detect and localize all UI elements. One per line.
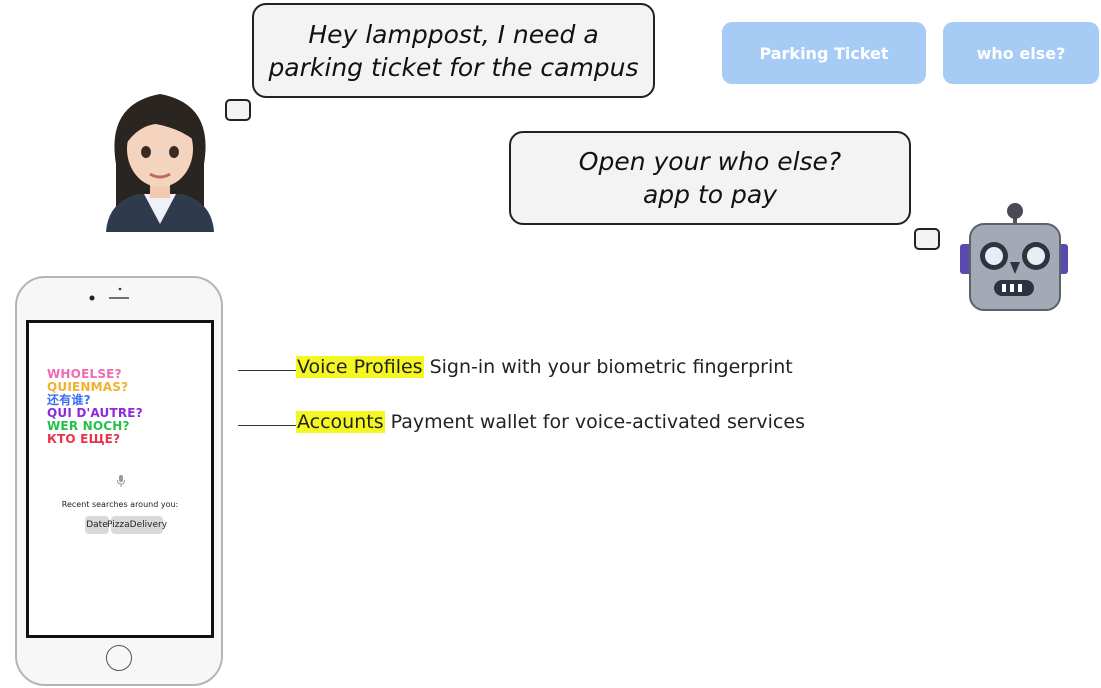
voice-profiles-label: Voice Profiles xyxy=(296,356,424,378)
microphone-icon[interactable] xyxy=(116,474,126,488)
accounts-label: Accounts xyxy=(296,411,385,433)
chip-date[interactable]: Date xyxy=(85,516,109,534)
user-speech-text: Hey lamppost, I need a parking ticket fo… xyxy=(268,19,639,82)
chip-pizza-delivery[interactable]: PizzaDelivery xyxy=(107,516,167,534)
robot-speech-text: Open your who else? app to pay xyxy=(578,147,842,209)
user-bubble-tail xyxy=(225,99,251,121)
recent-searches-label: Recent searches around you: xyxy=(61,500,179,509)
parking-ticket-label: Parking Ticket xyxy=(759,43,889,63)
parking-ticket-button[interactable]: Parking Ticket xyxy=(722,22,926,84)
accounts-description: Payment wallet for voice-activated servi… xyxy=(390,411,805,433)
robot-icon xyxy=(960,203,1068,311)
voice-profiles-annotation: Voice Profiles Sign-in with your biometr… xyxy=(238,356,793,378)
robot-bubble-tail xyxy=(914,228,940,250)
user-speech-bubble: Hey lamppost, I need a parking ticket fo… xyxy=(252,3,655,98)
home-button[interactable] xyxy=(106,645,132,671)
who-else-label: who else? xyxy=(976,43,1066,63)
logo-line-russian: КТО ЕЩЕ? xyxy=(47,432,121,446)
phone-top-details xyxy=(89,287,129,301)
accounts-annotation: Accounts Payment wallet for voice-activa… xyxy=(238,411,805,433)
voice-profiles-description: Sign-in with your biometric fingerprint xyxy=(429,356,793,378)
connector-line xyxy=(238,425,296,426)
woman-avatar-icon xyxy=(106,94,214,232)
robot-speech-bubble: Open your who else? app to pay xyxy=(509,131,911,225)
who-else-button[interactable]: who else? xyxy=(943,22,1099,84)
connector-line xyxy=(238,370,296,371)
